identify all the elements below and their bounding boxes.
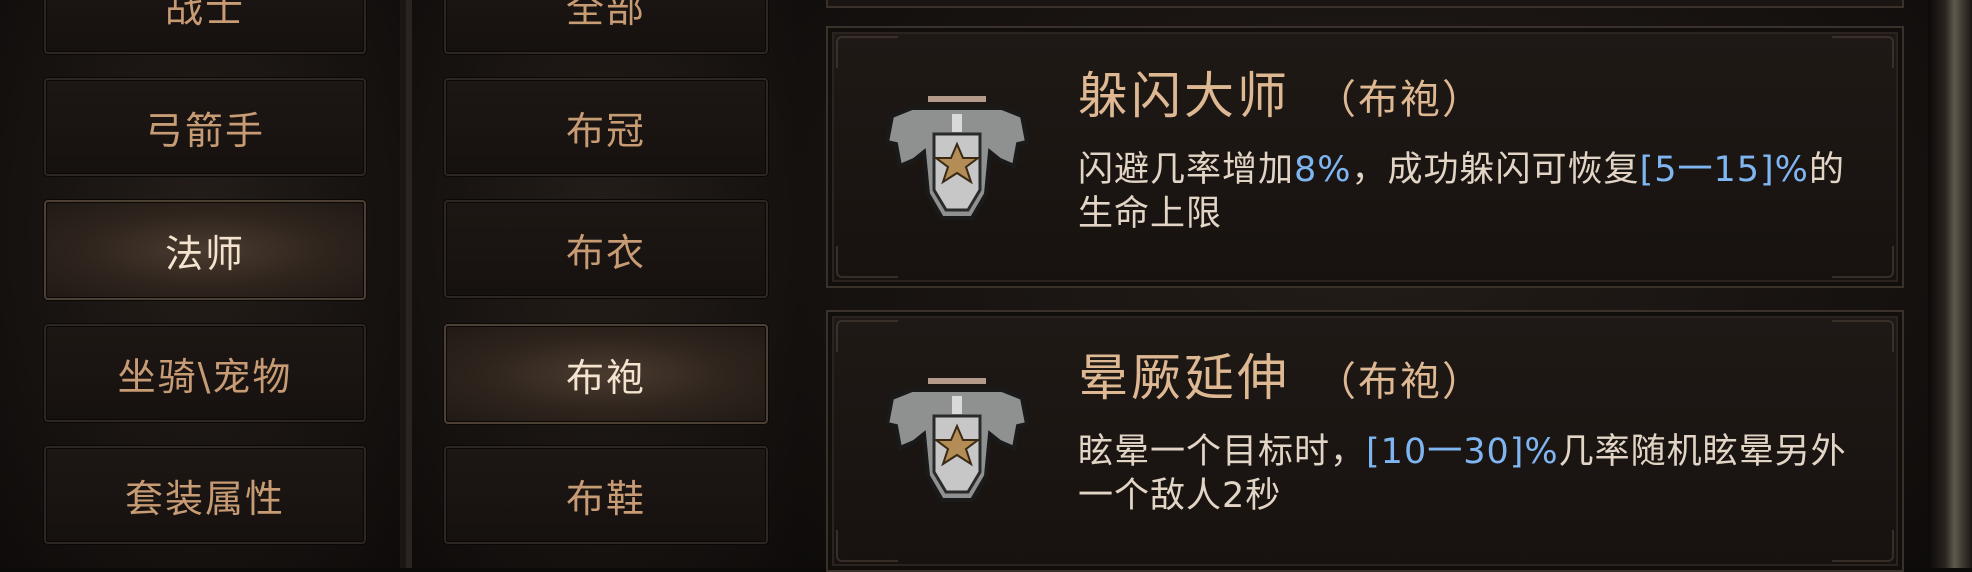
frame-corner xyxy=(1832,530,1894,562)
desc-text: 闪避几率增加 xyxy=(1078,150,1295,190)
previous-card-edge xyxy=(826,0,1904,8)
eagle-star-crest-icon xyxy=(884,378,1030,502)
slot-button-all[interactable]: 全部 xyxy=(444,0,768,54)
desc-text: ，成功躲闪可恢复 xyxy=(1351,150,1640,190)
skill-description: 眩晕一个目标时，[10一30]%几率随机眩晕另外一个敌人2秒 xyxy=(1078,430,1868,518)
class-button-archer[interactable]: 弓箭手 xyxy=(44,78,366,176)
class-button-mage[interactable]: 法师 xyxy=(44,200,366,300)
desc-value: 8% xyxy=(1294,150,1352,190)
frame-corner xyxy=(836,246,898,278)
class-button-set-attributes[interactable]: 套装属性 xyxy=(44,446,366,544)
frame-corner xyxy=(1832,36,1894,68)
skill-slot-tag: （布袍） xyxy=(1316,77,1484,123)
slot-button-cloth-shoes[interactable]: 布鞋 xyxy=(444,446,768,544)
skill-title: 躲闪大师 （布袍） xyxy=(1078,56,1484,128)
skill-card: 晕厥延伸 （布袍） 眩晕一个目标时，[10一30]%几率随机眩晕另外一个敌人2秒 xyxy=(826,310,1904,572)
desc-value: [5一15]% xyxy=(1639,150,1809,190)
frame-corner xyxy=(836,320,898,352)
eagle-star-crest-icon xyxy=(884,96,1030,220)
frame-corner xyxy=(1832,246,1894,278)
slot-button-cloth-shirt[interactable]: 布衣 xyxy=(444,200,768,298)
skill-name: 躲闪大师 xyxy=(1078,67,1290,125)
class-button-warrior[interactable]: 战士 xyxy=(44,0,366,54)
skill-slot-tag: （布袍） xyxy=(1316,359,1484,405)
desc-value: [10一30]% xyxy=(1366,432,1559,472)
skill-description: 闪避几率增加8%，成功躲闪可恢复[5一15]%的生命上限 xyxy=(1078,148,1868,236)
frame-corner xyxy=(836,36,898,68)
frame-corner xyxy=(1832,320,1894,352)
skill-name: 晕厥延伸 xyxy=(1078,349,1290,407)
skill-title: 晕厥延伸 （布袍） xyxy=(1078,338,1484,410)
desc-text: 眩晕一个目标时， xyxy=(1078,432,1367,472)
skill-card: 躲闪大师 （布袍） 闪避几率增加8%，成功躲闪可恢复[5一15]%的生命上限 xyxy=(826,26,1904,288)
slot-button-cloth-hat[interactable]: 布冠 xyxy=(444,78,768,176)
scrollbar-edge[interactable] xyxy=(1928,0,1972,568)
slot-button-cloth-robe[interactable]: 布袍 xyxy=(444,324,768,424)
class-button-mount-pet[interactable]: 坐骑\宠物 xyxy=(44,324,366,422)
frame-corner xyxy=(836,530,898,562)
